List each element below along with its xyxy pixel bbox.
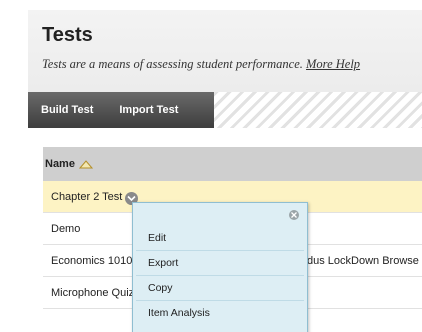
menu-item-export[interactable]: Export — [136, 250, 304, 275]
test-name[interactable]: Economics 1010 — [51, 255, 132, 267]
more-help-link[interactable]: More Help — [306, 57, 360, 71]
context-menu-items: Edit Export Copy Item Analysis — [133, 225, 307, 325]
import-test-button[interactable]: Import Test — [106, 104, 191, 116]
page-description: Tests are a means of assessing student p… — [42, 57, 360, 72]
build-test-button[interactable]: Build Test — [28, 104, 106, 116]
action-bar-buttons: Build Test Import Test — [28, 92, 214, 128]
test-name[interactable]: Chapter 2 Test — [51, 191, 122, 203]
test-name[interactable]: Demo — [51, 223, 80, 235]
action-bar: Build Test Import Test — [28, 92, 422, 128]
page-title: Tests — [42, 24, 93, 46]
test-name[interactable]: Microphone Quiz — [51, 287, 134, 299]
menu-item-copy[interactable]: Copy — [136, 275, 304, 300]
close-icon[interactable] — [289, 210, 299, 220]
test-option-text: dus LockDown Browse — [307, 254, 419, 267]
column-header-name[interactable]: Name — [45, 158, 75, 170]
menu-item-edit[interactable]: Edit — [136, 225, 304, 250]
menu-item-item-analysis[interactable]: Item Analysis — [136, 300, 304, 325]
description-text: Tests are a means of assessing student p… — [42, 57, 303, 71]
context-menu: Edit Export Copy Item Analysis — [132, 202, 308, 332]
table-header: Name — [43, 147, 422, 181]
page-header: Tests Tests are a means of assessing stu… — [28, 10, 422, 92]
sort-ascending-icon[interactable] — [78, 159, 94, 169]
